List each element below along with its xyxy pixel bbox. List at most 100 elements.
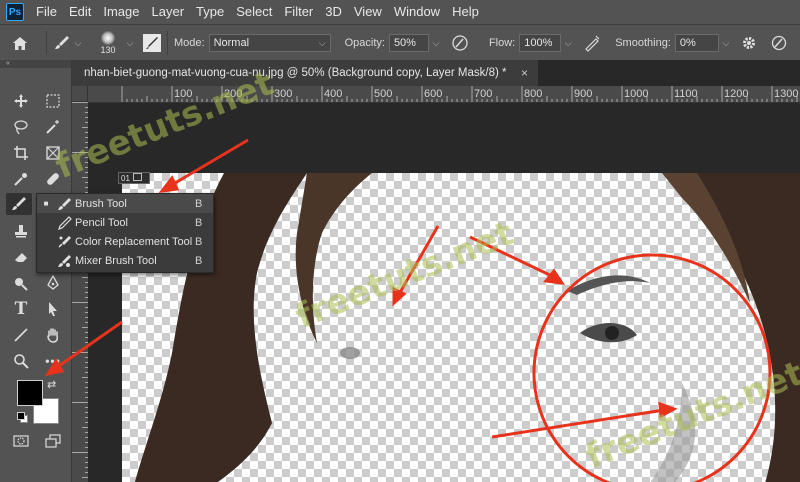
mixer-brush-icon xyxy=(55,254,75,268)
brush-icon xyxy=(55,197,75,211)
pen-tool-icon[interactable] xyxy=(40,272,66,294)
pressure-size-icon[interactable] xyxy=(771,35,787,51)
ruler-label: 700 xyxy=(474,88,492,100)
photoshop-logo[interactable]: Ps xyxy=(6,3,24,21)
menu-item-label: Mixer Brush Tool xyxy=(75,254,157,267)
eyedropper-tool-icon[interactable] xyxy=(8,168,34,190)
document-tab-bar: nhan-biet-guong-mat-vuong-cua-nu.jpg @ 5… xyxy=(72,60,800,86)
brush-tip-icon xyxy=(101,31,115,45)
shortcut-key: B xyxy=(195,216,203,229)
menu-help[interactable]: Help xyxy=(446,0,485,24)
ruler-label: 600 xyxy=(424,88,442,100)
marquee-tool-icon[interactable] xyxy=(40,90,66,112)
brush-settings-icon[interactable] xyxy=(143,34,161,52)
menu-view[interactable]: View xyxy=(348,0,388,24)
menu-window[interactable]: Window xyxy=(388,0,446,24)
separator xyxy=(167,31,168,55)
ruler-label: 1200 xyxy=(724,88,748,100)
pressure-opacity-icon[interactable] xyxy=(451,34,469,52)
flow-label: Flow: xyxy=(488,37,516,49)
layer-badge-text: 01 xyxy=(121,174,130,183)
ruler-origin[interactable] xyxy=(72,86,88,102)
airbrush-icon[interactable] xyxy=(583,34,601,52)
brush-size-value: 130 xyxy=(100,45,116,55)
move-tool-icon[interactable] xyxy=(8,90,34,112)
menu-bar: Ps File Edit Image Layer Type Select Fil… xyxy=(0,0,800,24)
chevron-down-icon[interactable]: ⌵ xyxy=(71,35,85,51)
dodge-tool-icon[interactable] xyxy=(8,272,34,294)
menu-image[interactable]: Image xyxy=(97,0,145,24)
brush-preset-picker[interactable]: 130 xyxy=(93,31,123,55)
ruler-label: 1000 xyxy=(624,88,648,100)
menu-item-brush-tool[interactable]: ■ Brush Tool B xyxy=(37,194,213,213)
eraser-tool-icon[interactable] xyxy=(8,246,34,268)
menu-edit[interactable]: Edit xyxy=(63,0,97,24)
shortcut-key: B xyxy=(195,197,203,210)
ruler-label: 1300 xyxy=(774,88,798,100)
quick-mask-icon[interactable] xyxy=(8,430,34,452)
hand-tool-icon[interactable] xyxy=(40,324,66,346)
document-canvas[interactable] xyxy=(122,173,800,482)
zoom-tool-icon[interactable] xyxy=(8,350,34,372)
smoothing-label: Smoothing: xyxy=(615,37,671,49)
options-bar: ⌵ 130 ⌵ Mode: Normal ⌵ Opacity: 50% ⌵ Fl… xyxy=(0,24,800,61)
foreground-color-swatch[interactable] xyxy=(17,380,43,406)
chevron-down-icon[interactable]: ⌵ xyxy=(429,35,443,51)
ruler-label: 800 xyxy=(524,88,542,100)
selected-indicator-icon: ■ xyxy=(43,199,49,208)
image-icon xyxy=(132,173,142,181)
menu-item-label: Brush Tool xyxy=(75,197,127,210)
mode-select[interactable]: Normal ⌵ xyxy=(208,34,331,52)
chevron-down-icon[interactable]: ⌵ xyxy=(123,35,137,51)
chevron-down-icon[interactable]: ⌵ xyxy=(719,35,733,51)
mode-label: Mode: xyxy=(174,37,205,49)
opacity-label: Opacity: xyxy=(344,37,385,49)
menu-select[interactable]: Select xyxy=(230,0,278,24)
gear-icon[interactable] xyxy=(741,35,757,51)
layer-badge: 01 xyxy=(118,172,150,184)
brush-tool-icon[interactable] xyxy=(53,34,71,52)
shortcut-key: B xyxy=(195,235,203,248)
menu-item-label: Color Replacement Tool xyxy=(75,235,193,248)
menu-item-mixer-brush-tool[interactable]: Mixer Brush Tool B xyxy=(37,251,213,270)
type-tool-icon[interactable]: T xyxy=(8,298,34,320)
menu-filter[interactable]: Filter xyxy=(278,0,319,24)
photo-layer xyxy=(134,173,800,482)
ruler-label: 400 xyxy=(324,88,342,100)
default-colors-icon[interactable] xyxy=(17,412,28,423)
menu-file[interactable]: File xyxy=(30,0,63,24)
path-selection-tool-icon[interactable] xyxy=(40,298,66,320)
menu-item-pencil-tool[interactable]: Pencil Tool B xyxy=(37,213,213,232)
collapse-panel-icon[interactable]: « xyxy=(0,60,71,68)
line-tool-icon[interactable] xyxy=(8,324,34,346)
ruler-label: 1100 xyxy=(674,88,698,100)
chevron-down-icon: ⌵ xyxy=(318,38,326,48)
menu-item-color-replacement-tool[interactable]: Color Replacement Tool B xyxy=(37,232,213,251)
screen-mode-icon[interactable] xyxy=(40,430,66,452)
document-tab-title: nhan-biet-guong-mat-vuong-cua-nu.jpg @ 5… xyxy=(84,67,507,79)
crop-tool-icon[interactable] xyxy=(8,142,34,164)
smoothing-input[interactable]: 0% xyxy=(674,34,719,52)
brush-tool-flyout-menu: ■ Brush Tool B Pencil Tool B Color Repla… xyxy=(36,193,214,273)
home-icon[interactable] xyxy=(0,36,40,51)
opacity-input[interactable]: 50% xyxy=(388,34,429,52)
chevron-down-icon[interactable]: ⌵ xyxy=(561,35,575,51)
pencil-icon xyxy=(55,215,75,230)
clone-stamp-tool-icon[interactable] xyxy=(8,220,34,242)
ruler-label: 900 xyxy=(574,88,592,100)
swap-colors-icon[interactable]: ⇄ xyxy=(47,378,56,391)
shortcut-key: B xyxy=(195,254,203,267)
menu-layer[interactable]: Layer xyxy=(146,0,191,24)
menu-item-label: Pencil Tool xyxy=(75,216,128,229)
menu-type[interactable]: Type xyxy=(190,0,230,24)
magic-wand-tool-icon[interactable] xyxy=(40,116,66,138)
menu-3d[interactable]: 3D xyxy=(319,0,348,24)
more-tools-icon[interactable]: ••• xyxy=(40,350,66,372)
document-tab[interactable]: nhan-biet-guong-mat-vuong-cua-nu.jpg @ 5… xyxy=(72,60,538,86)
color-replacement-icon xyxy=(55,235,75,249)
close-icon[interactable]: × xyxy=(521,66,528,80)
flow-input[interactable]: 100% xyxy=(519,34,562,52)
ruler-label: 500 xyxy=(374,88,392,100)
brush-tool-icon[interactable] xyxy=(6,193,32,215)
lasso-tool-icon[interactable] xyxy=(8,116,34,138)
